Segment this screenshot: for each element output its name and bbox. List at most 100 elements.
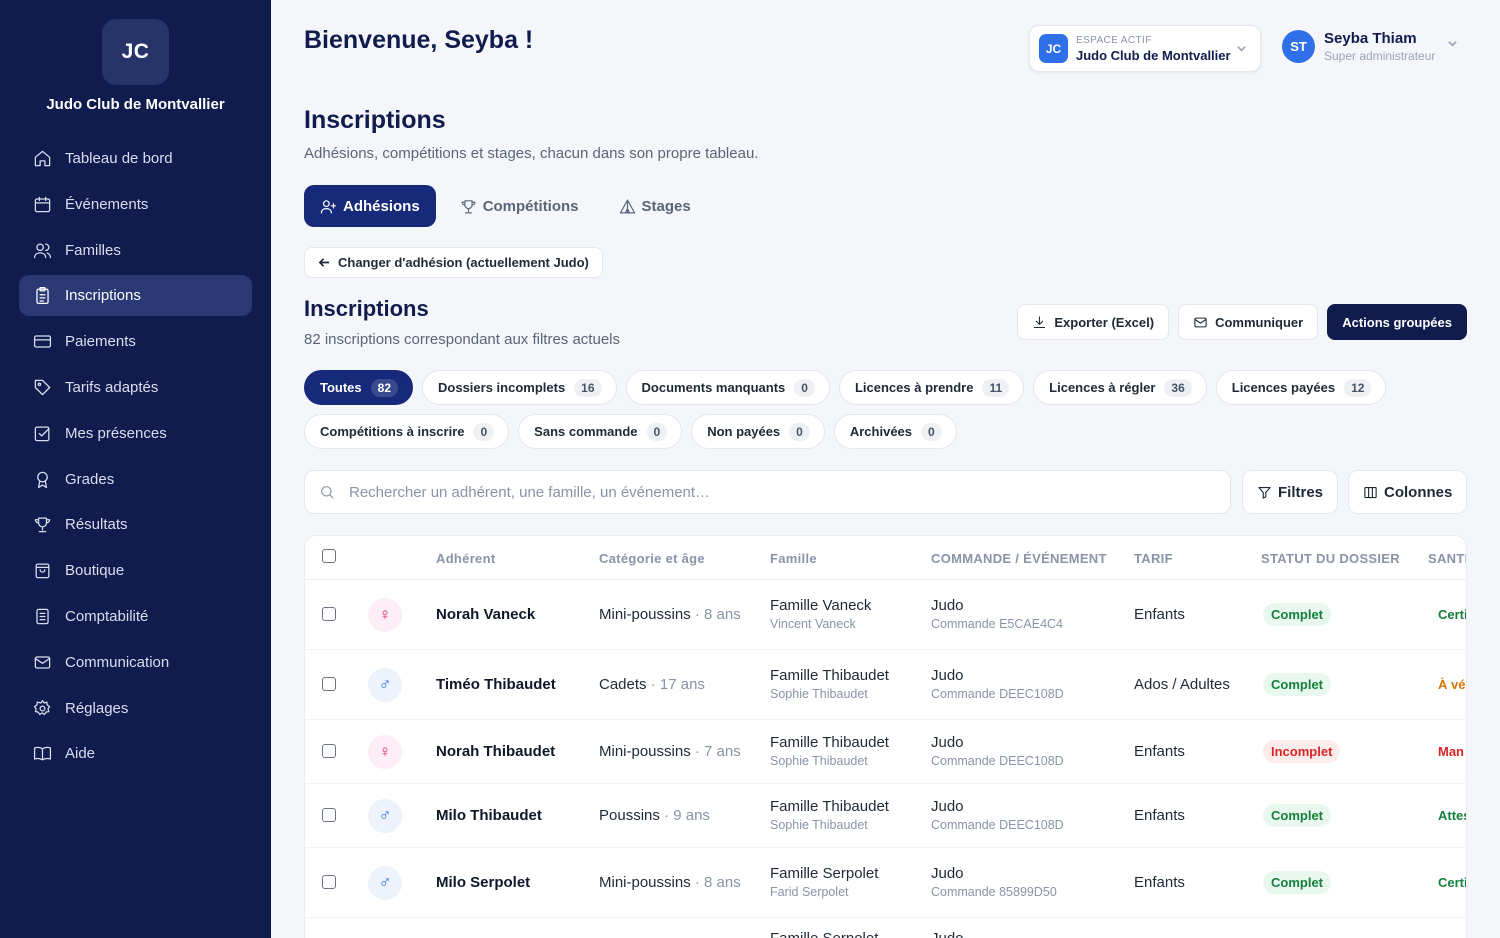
- column-header-sante[interactable]: SANTI: [1428, 551, 1466, 566]
- family-name[interactable]: Famille Vaneck: [770, 597, 871, 614]
- table-row[interactable]: Famille Serpolet Judo: [305, 918, 1466, 938]
- table-row[interactable]: ♂ Milo Thibaudet Poussins · 9 ans Famille T…: [305, 784, 1466, 848]
- family-contact: Vincent Vaneck: [770, 617, 856, 631]
- filter-chip-count: 0: [646, 422, 668, 441]
- columns-button[interactable]: Colonnes: [1348, 470, 1468, 514]
- filter-chip[interactable]: Non payées 0: [691, 414, 825, 449]
- status-badge: Complet: [1263, 603, 1331, 626]
- row-checkbox[interactable]: [322, 808, 336, 822]
- sidebar-item-familles[interactable]: Familles: [19, 230, 252, 271]
- table-row[interactable]: ♂ Milo Serpolet Mini-poussins · 8 ans Famil…: [305, 848, 1466, 918]
- order-ref[interactable]: Commande DEEC108D: [931, 754, 1064, 768]
- status-badge: Complet: [1263, 804, 1331, 827]
- separator-dot: ·: [690, 874, 705, 891]
- member-name[interactable]: Milo Thibaudet: [436, 807, 542, 824]
- sidebar-item-tarifs-adaptes[interactable]: Tarifs adaptés: [19, 367, 252, 408]
- space-label: ESPACE ACTIF: [1076, 34, 1152, 46]
- row-checkbox[interactable]: [322, 744, 336, 758]
- category-cell: Mini-poussins · 7 ans: [599, 743, 741, 760]
- member-name[interactable]: Timéo Thibaudet: [436, 676, 556, 693]
- family-name[interactable]: Famille Thibaudet: [770, 734, 889, 751]
- sidebar-item-grades[interactable]: Grades: [19, 459, 252, 500]
- tab-adhesions[interactable]: Adhésions: [304, 185, 436, 227]
- order-ref[interactable]: Commande 85899D50: [931, 885, 1057, 899]
- user-menu[interactable]: ST Seyba Thiam Super administrateur: [1282, 30, 1458, 63]
- space-name: Judo Club de Montvallier: [1076, 47, 1231, 63]
- filter-chip[interactable]: Licences à régler 36: [1033, 370, 1207, 405]
- filter-chip-count: 82: [370, 378, 399, 397]
- column-header-status[interactable]: STATUT DU DOSSIER: [1261, 551, 1400, 566]
- export-label: Exporter (Excel): [1054, 314, 1155, 330]
- member-name[interactable]: Milo Serpolet: [436, 874, 530, 891]
- age-label: 17 ans: [659, 676, 705, 693]
- column-header-order[interactable]: COMMANDE / ÉVÉNEMENT: [931, 551, 1107, 566]
- sidebar-item-reglages[interactable]: Réglages: [19, 688, 252, 729]
- column-header-tarif[interactable]: TARIF: [1134, 551, 1173, 566]
- column-header-member[interactable]: Adhérent: [436, 551, 495, 566]
- sidebar-item-boutique[interactable]: Boutique: [19, 550, 252, 591]
- family-name[interactable]: Famille Serpolet: [770, 930, 878, 938]
- sidebar-item-label: Mes présences: [65, 424, 167, 442]
- filter-chip[interactable]: Licences à prendre 11: [838, 370, 1025, 405]
- sidebar-item-label: Familles: [65, 241, 121, 259]
- tarif-cell: Enfants: [1134, 874, 1185, 891]
- sidebar-item-evenements[interactable]: Événements: [19, 184, 252, 225]
- filter-chip-count: 12: [1344, 378, 1372, 397]
- tab-stages[interactable]: Stages: [603, 185, 707, 227]
- order-ref[interactable]: Commande DEEC108D: [931, 687, 1064, 701]
- sidebar-item-label: Tarifs adaptés: [65, 378, 159, 396]
- category-label: Mini-poussins: [599, 874, 691, 891]
- table-row[interactable]: ♀ Norah Thibaudet Mini-poussins · 7 ans Fam…: [305, 720, 1466, 784]
- filter-chip[interactable]: Licences payées 12: [1215, 370, 1387, 405]
- gear-icon: [33, 699, 51, 715]
- family-name[interactable]: Famille Thibaudet: [770, 667, 889, 684]
- export-excel-button[interactable]: Exporter (Excel): [1017, 304, 1170, 340]
- sidebar-item-aide[interactable]: Aide: [19, 733, 252, 774]
- search-input[interactable]: [349, 483, 1189, 501]
- family-name[interactable]: Famille Thibaudet: [770, 798, 889, 815]
- communicate-button[interactable]: Communiquer: [1178, 304, 1319, 340]
- category-label: Poussins: [599, 807, 660, 824]
- sidebar-item-paiements[interactable]: Paiements: [19, 321, 252, 362]
- active-space-selector[interactable]: JC ESPACE ACTIF Judo Club de Montvallier: [1029, 25, 1261, 72]
- grouped-actions-label: Actions groupées: [1342, 314, 1452, 330]
- tab-competitions[interactable]: Compétitions: [444, 185, 595, 227]
- grouped-actions-button[interactable]: Actions groupées: [1327, 304, 1467, 340]
- event-name: Judo: [931, 798, 964, 815]
- table-row[interactable]: ♂ Timéo Thibaudet Cadets · 17 ans Famille T…: [305, 650, 1466, 720]
- sidebar-item-resultats[interactable]: Résultats: [19, 504, 252, 545]
- sidebar-item-tableau-de-bord[interactable]: Tableau de bord: [19, 138, 252, 179]
- row-checkbox[interactable]: [322, 875, 336, 889]
- filter-chips: Toutes 82 Dossiers incomplets 16 Documents m…: [304, 370, 1474, 458]
- filters-button[interactable]: Filtres: [1242, 470, 1339, 514]
- filter-chip[interactable]: Archivées 0: [833, 414, 957, 449]
- order-ref[interactable]: Commande DEEC108D: [931, 818, 1064, 832]
- family-name[interactable]: Famille Serpolet: [770, 865, 878, 882]
- separator-dot: ·: [690, 743, 705, 760]
- member-name[interactable]: Norah Thibaudet: [436, 743, 555, 760]
- select-all-checkbox[interactable]: [322, 549, 336, 563]
- sidebar-item-comptabilite[interactable]: Comptabilité: [19, 596, 252, 637]
- filter-chip[interactable]: Compétitions à inscrire 0: [304, 414, 510, 449]
- filter-chip[interactable]: Sans commande 0: [518, 414, 683, 449]
- filter-chip[interactable]: Dossiers incomplets 16: [422, 370, 617, 405]
- row-checkbox[interactable]: [322, 607, 336, 621]
- sidebar-item-inscriptions[interactable]: Inscriptions: [19, 275, 252, 317]
- filter-chip[interactable]: Toutes 82: [304, 370, 414, 405]
- row-checkbox[interactable]: [322, 677, 336, 691]
- order-cell: Judo Commande 85899D50: [931, 865, 1057, 899]
- table-row[interactable]: ♀ Norah Vaneck Mini-poussins · 8 ans Famill…: [305, 580, 1466, 650]
- filter-chip[interactable]: Documents manquants 0: [625, 370, 830, 405]
- member-name[interactable]: Norah Vaneck: [436, 606, 535, 623]
- family-contact: Sophie Thibaudet: [770, 818, 868, 832]
- change-membership-button[interactable]: Changer d'adhésion (actuellement Judo): [304, 247, 603, 278]
- filter-chip-row: Compétitions à inscrire 0 Sans commande 0 No…: [304, 414, 1474, 449]
- order-ref[interactable]: Commande E5CAE4C4: [931, 617, 1063, 631]
- column-header-family[interactable]: Famille: [770, 551, 817, 566]
- sidebar-item-communication[interactable]: Communication: [19, 642, 252, 683]
- category-cell: Mini-poussins · 8 ans: [599, 606, 741, 623]
- column-header-category[interactable]: Catégorie et âge: [599, 551, 705, 566]
- sidebar-item-label: Comptabilité: [65, 607, 149, 625]
- filter-chip-label: Non payées: [707, 424, 781, 439]
- sidebar-item-mes-presences[interactable]: Mes présences: [19, 413, 252, 454]
